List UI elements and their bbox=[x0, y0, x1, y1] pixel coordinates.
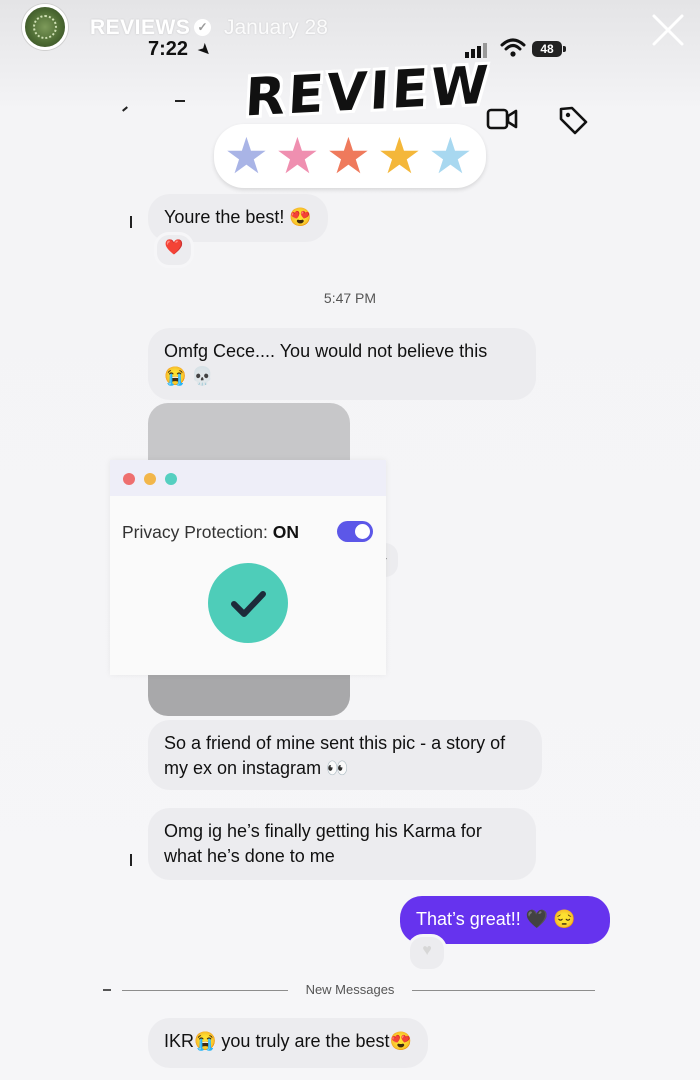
close-icon[interactable] bbox=[648, 10, 688, 50]
battery-icon: 48 bbox=[532, 41, 562, 57]
message-bubble-received[interactable]: Omfg Cece.... You would not believe this… bbox=[148, 328, 536, 400]
wifi-icon bbox=[500, 38, 526, 63]
account-avatar[interactable] bbox=[22, 4, 68, 50]
decor-mark bbox=[130, 216, 132, 228]
window-dot bbox=[165, 473, 177, 485]
message-bubble-received[interactable]: So a friend of mine sent this pic - a st… bbox=[148, 720, 542, 790]
privacy-protection-sticker: Privacy Protection: ON bbox=[110, 460, 386, 675]
star-rating-sticker: ★ ★ ★ ★ ★ bbox=[214, 124, 486, 188]
decor-mark bbox=[103, 989, 111, 991]
new-messages-divider: New Messages bbox=[305, 982, 395, 997]
message-bubble-received[interactable]: Omg ig he’s finally getting his Karma fo… bbox=[148, 808, 536, 880]
privacy-label-text: Privacy Protection: bbox=[122, 522, 268, 542]
rating-star-icon: ★ bbox=[377, 128, 422, 184]
decor-mark bbox=[175, 100, 185, 102]
rating-star-icon: ★ bbox=[275, 128, 320, 184]
divider-line bbox=[412, 990, 595, 991]
window-dot bbox=[144, 473, 156, 485]
story-date: January 28 bbox=[224, 16, 328, 39]
review-sticker: REVIEW bbox=[243, 55, 493, 129]
account-name[interactable]: REVIEWS bbox=[90, 16, 190, 40]
divider-line bbox=[122, 990, 288, 991]
decor-mark bbox=[130, 854, 132, 866]
message-emoji: 😭 💀 bbox=[164, 366, 214, 386]
reaction-heart[interactable]: ♥ bbox=[407, 934, 447, 972]
rating-star-icon: ★ bbox=[224, 128, 269, 184]
rating-star-icon: ★ bbox=[326, 128, 371, 184]
tag-icon[interactable] bbox=[557, 104, 589, 141]
privacy-label: Privacy Protection: ON bbox=[122, 522, 299, 543]
message-text: Omfg Cece.... You would not believe this bbox=[164, 341, 488, 361]
shared-image[interactable] bbox=[148, 403, 350, 463]
message-bubble-received[interactable]: IKR😭 you truly are the best😍 bbox=[148, 1018, 428, 1068]
shared-image-bottom bbox=[148, 672, 350, 716]
video-call-icon[interactable] bbox=[486, 106, 518, 137]
location-arrow-icon: ➤ bbox=[193, 39, 216, 62]
decor-mark bbox=[122, 106, 128, 112]
battery-nub bbox=[563, 46, 566, 52]
window-title-bar bbox=[110, 460, 386, 496]
status-time: 7:22 bbox=[148, 38, 189, 60]
privacy-state: ON bbox=[272, 522, 300, 542]
privacy-toggle[interactable] bbox=[337, 521, 373, 542]
verified-badge-icon: ✓ bbox=[194, 19, 211, 36]
message-timestamp: 5:47 PM bbox=[323, 290, 377, 306]
instagram-story: REVIEWS ✓ January 28 7:22 ➤ 48 REVIEW ★ ★… bbox=[0, 0, 700, 1080]
reaction-heart[interactable]: ❤️ bbox=[154, 232, 194, 268]
checkmark-icon bbox=[208, 563, 288, 643]
rating-star-icon: ★ bbox=[428, 128, 473, 184]
window-dot bbox=[123, 473, 135, 485]
